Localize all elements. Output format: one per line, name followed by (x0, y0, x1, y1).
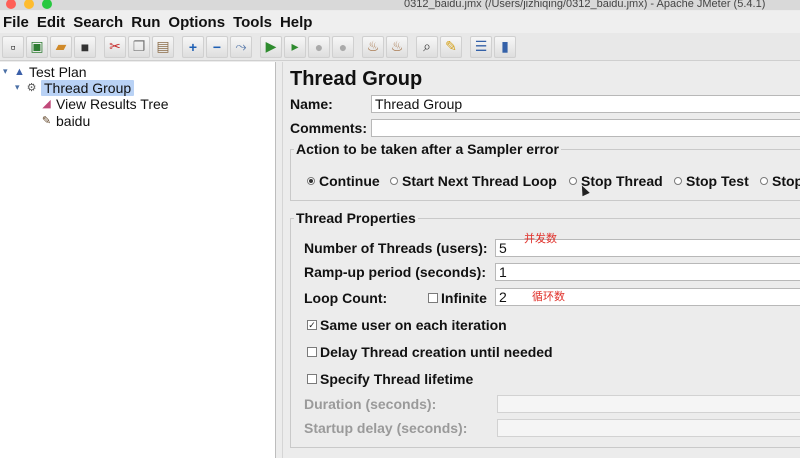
menu-file[interactable]: File (0, 14, 34, 31)
menu-run[interactable]: Run (128, 14, 165, 31)
tree-node-thread-group[interactable]: ▾ ⚙ Thread Group (15, 79, 135, 96)
comments-label: Comments: (290, 120, 368, 136)
startup-delay-label: Startup delay (seconds): (304, 420, 468, 436)
tree-node-label: Thread Group (41, 79, 135, 96)
title-bar: 0312_baidu.jmx (/Users/jizhiqing/0312_ba… (0, 0, 800, 10)
thread-properties-title: Thread Properties (294, 210, 418, 226)
sampler-icon: ✎ (41, 115, 52, 127)
loop-count-label: Loop Count: (304, 290, 388, 306)
help-icon[interactable]: ▮ (494, 35, 516, 58)
radio-start-next-thread-loop[interactable]: Start Next Thread Loop (390, 173, 557, 189)
sampler-error-title: Action to be taken after a Sampler error (294, 141, 561, 157)
save-icon[interactable]: ■ (74, 35, 96, 58)
rampup-field[interactable]: 1 (495, 263, 800, 281)
radio-unselected-icon (760, 177, 768, 185)
new-icon[interactable]: ▫ (2, 35, 24, 58)
menu-search[interactable]: Search (70, 14, 128, 31)
threads-label: Number of Threads (users): (304, 240, 488, 256)
stop-icon[interactable]: ● (308, 35, 330, 58)
thread-group-panel: Thread Group Name: Thread Group Comments… (282, 62, 800, 458)
duration-field[interactable] (497, 395, 800, 413)
templates-icon[interactable]: ▣ (26, 35, 48, 58)
startup-delay-field[interactable] (497, 419, 800, 437)
checkbox-unchecked-icon (307, 374, 317, 384)
radio-unselected-icon (569, 177, 577, 185)
delay-thread-creation-checkbox[interactable]: Delay Thread creation until needed (307, 344, 553, 360)
page-title: Thread Group (290, 68, 423, 90)
open-icon[interactable]: ▰ (50, 35, 72, 58)
paste-icon[interactable]: ▤ (152, 35, 174, 58)
expand-toggle-icon[interactable]: ▾ (3, 66, 13, 77)
test-plan-tree: ▾ ▲ Test Plan ▾ ⚙ Thread Group ◢ View Re… (0, 62, 276, 458)
name-label: Name: (290, 96, 333, 112)
toolbar: ▫ ▣ ▰ ■ ✂ ❐ ▤ + − ⤳ ▶ ▸ ● ● ♨ ♨ ⌕ ✎ ☰ ▮ (0, 33, 800, 61)
minimize-window-icon[interactable] (24, 0, 34, 9)
radio-continue[interactable]: Continue (307, 173, 380, 189)
loop-count-annotation: 循环数 (532, 291, 565, 303)
radio-unselected-icon (390, 177, 398, 185)
toggle-icon[interactable]: ⤳ (230, 35, 252, 58)
same-user-checkbox[interactable]: ✓ Same user on each iteration (307, 317, 507, 333)
clear-icon[interactable]: ♨ (362, 35, 384, 58)
function-helper-icon[interactable]: ☰ (470, 35, 492, 58)
radio-stop-test[interactable]: Stop Test (674, 173, 749, 189)
menu-edit[interactable]: Edit (34, 14, 70, 31)
listener-icon: ◢ (42, 98, 51, 110)
start-icon[interactable]: ▶ (260, 35, 282, 58)
menu-tools[interactable]: Tools (230, 14, 277, 31)
specify-thread-lifetime-checkbox[interactable]: Specify Thread lifetime (307, 371, 473, 387)
menu-help[interactable]: Help (277, 14, 318, 31)
infinite-checkbox[interactable]: Infinite (428, 290, 487, 306)
collapse-icon[interactable]: − (206, 35, 228, 58)
shutdown-icon[interactable]: ● (332, 35, 354, 58)
expand-toggle-icon[interactable]: ▾ (15, 82, 25, 93)
name-field[interactable]: Thread Group (371, 95, 800, 113)
threads-annotation: 并发数 (524, 233, 557, 245)
tree-node-label: Test Plan (29, 63, 87, 80)
reset-search-icon[interactable]: ✎ (440, 35, 462, 58)
tree-node-baidu[interactable]: ✎ baidu (40, 112, 90, 129)
close-window-icon[interactable] (6, 0, 16, 9)
menu-bar: File Edit Search Run Options Tools Help (0, 11, 800, 33)
start-no-pause-icon[interactable]: ▸ (284, 35, 306, 58)
jmeter-window: 0312_baidu.jmx (/Users/jizhiqing/0312_ba… (0, 0, 800, 458)
expand-icon[interactable]: + (182, 35, 204, 58)
checkbox-checked-icon: ✓ (307, 320, 317, 330)
test-plan-icon: ▲ (14, 65, 25, 78)
rampup-label: Ramp-up period (seconds): (304, 264, 487, 280)
tree-node-view-results-tree[interactable]: ◢ View Results Tree (40, 95, 169, 112)
tree-node-label: View Results Tree (56, 95, 169, 112)
tree-node-label: baidu (56, 112, 91, 129)
clear-all-icon[interactable]: ♨ (386, 35, 408, 58)
thread-group-icon: ⚙ (26, 82, 37, 94)
duration-label: Duration (seconds): (304, 396, 437, 412)
window-title: 0312_baidu.jmx (/Users/jizhiqing/0312_ba… (404, 0, 766, 10)
checkbox-unchecked-icon (428, 293, 438, 303)
search-icon[interactable]: ⌕ (416, 35, 438, 58)
copy-icon[interactable]: ❐ (128, 35, 150, 58)
radio-unselected-icon (674, 177, 682, 185)
zoom-window-icon[interactable] (42, 0, 52, 9)
menu-options[interactable]: Options (165, 14, 230, 31)
radio-selected-icon (307, 177, 315, 185)
comments-field[interactable] (371, 119, 800, 137)
radio-stop-test-now[interactable]: Stop (760, 173, 800, 189)
tree-node-test-plan[interactable]: ▾ ▲ Test Plan (3, 63, 87, 80)
checkbox-unchecked-icon (307, 347, 317, 357)
cut-icon[interactable]: ✂ (104, 35, 126, 58)
